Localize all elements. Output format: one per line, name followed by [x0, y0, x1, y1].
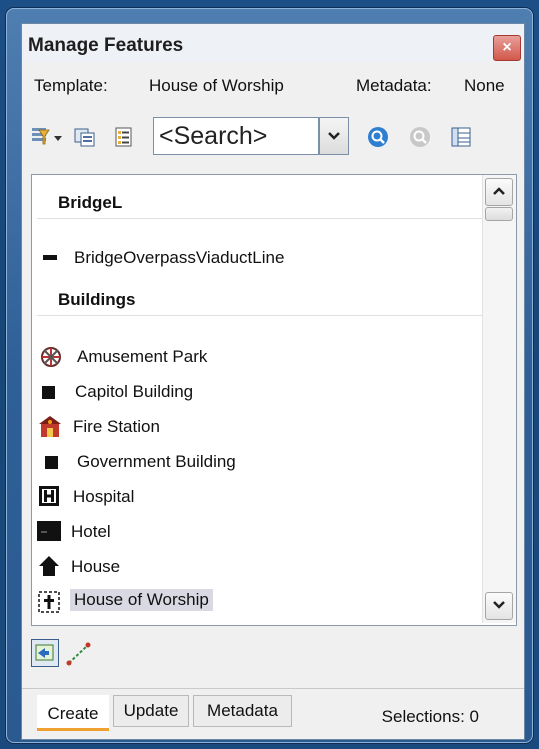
group-divider: [37, 315, 483, 316]
list-item-house-of-worship[interactable]: House of Worship: [32, 587, 482, 617]
square-symbol-icon: [42, 386, 55, 399]
list-options-icon[interactable]: [31, 126, 63, 148]
hospital-icon: [39, 486, 59, 506]
line-tool-icon[interactable]: [66, 641, 92, 667]
table-view-icon[interactable]: [450, 126, 472, 148]
list-item-bridge-overpass[interactable]: BridgeOverpassViaductLine: [32, 243, 482, 273]
metadata-label: Metadata:: [356, 76, 432, 95]
list-item-label: House: [71, 557, 121, 576]
toolbar: <Search>: [22, 112, 524, 162]
vertical-scrollbar[interactable]: [482, 175, 516, 623]
close-button[interactable]: ×: [493, 35, 521, 61]
construction-tools: [22, 629, 524, 677]
bottom-tab-bar: Create Update Metadata Selections: 0: [22, 688, 524, 740]
properties-icon[interactable]: [113, 126, 135, 148]
tab-create[interactable]: Create: [37, 695, 109, 731]
feature-template-list[interactable]: BridgeL BridgeOverpassViaductLine Buildi…: [31, 174, 517, 626]
list-item-fire-station[interactable]: Fire Station: [32, 412, 482, 442]
list-item-hotel[interactable]: Hotel: [32, 517, 482, 547]
chevron-down-icon: [493, 601, 505, 609]
list-item-label: Amusement Park: [77, 347, 208, 366]
point-tool-icon[interactable]: [31, 639, 59, 667]
amusement-park-icon: [41, 347, 61, 367]
chevron-up-icon: [493, 187, 505, 195]
template-info-row: Template: House of Worship Metadata: Non…: [22, 62, 524, 106]
clear-search-icon[interactable]: [409, 126, 431, 148]
scroll-thumb[interactable]: [485, 207, 513, 221]
selections-count: Selections: 0: [381, 707, 479, 726]
list-item-label: Hotel: [71, 522, 111, 541]
group-header-bridgel: BridgeL: [58, 193, 123, 212]
tab-update[interactable]: Update: [113, 695, 189, 727]
group-header-buildings: Buildings: [58, 290, 136, 309]
list-item-house[interactable]: House: [32, 552, 482, 582]
template-value: House of Worship: [149, 76, 284, 95]
list-item-government-building[interactable]: Government Building: [32, 447, 482, 477]
search-icon[interactable]: [367, 126, 389, 148]
manage-features-window: Manage Features × Template: House of Wor…: [21, 23, 525, 740]
list-item-capitol-building[interactable]: Capitol Building: [32, 377, 482, 407]
title-bar[interactable]: Manage Features ×: [22, 24, 524, 62]
scroll-up-button[interactable]: [485, 178, 513, 206]
worship-cross-icon: [38, 591, 60, 613]
fire-station-icon: [39, 416, 61, 437]
list-item-hospital[interactable]: Hospital: [32, 482, 482, 512]
chevron-down-icon: [328, 132, 340, 140]
line-symbol-icon: [43, 255, 57, 260]
hotel-icon: [37, 521, 61, 541]
template-label: Template:: [34, 76, 108, 95]
organize-templates-icon[interactable]: [74, 126, 96, 148]
list-item-amusement-park[interactable]: Amusement Park: [32, 342, 482, 372]
list-item-label: Capitol Building: [75, 382, 194, 401]
list-item-label: BridgeOverpassViaductLine: [74, 248, 285, 267]
list-item-label: Hospital: [73, 487, 135, 506]
scroll-down-button[interactable]: [485, 592, 513, 620]
search-input[interactable]: <Search>: [153, 117, 319, 155]
metadata-value: None: [464, 76, 505, 95]
window-title: Manage Features: [28, 35, 184, 56]
search-dropdown-button[interactable]: [319, 117, 349, 155]
list-item-label: Government Building: [77, 452, 236, 471]
list-item-label: Fire Station: [73, 417, 160, 436]
tab-metadata[interactable]: Metadata: [193, 695, 292, 727]
list-item-label: House of Worship: [70, 589, 213, 611]
square-symbol-icon: [45, 456, 58, 469]
house-icon: [39, 556, 59, 576]
group-divider: [37, 218, 483, 219]
